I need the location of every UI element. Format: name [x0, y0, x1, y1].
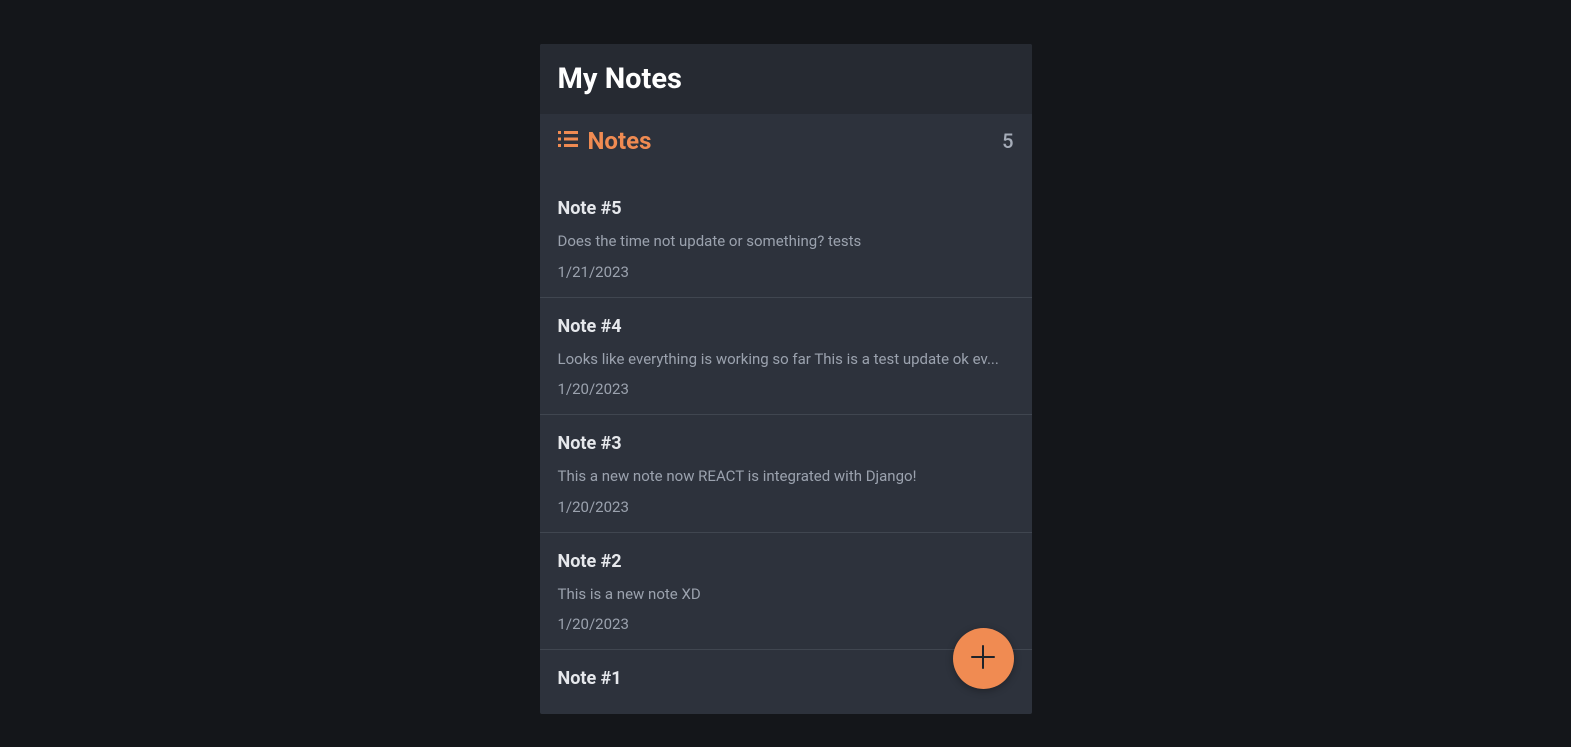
note-item[interactable]: Note #2 This is a new note XD 1/20/2023 [540, 533, 1032, 651]
note-date: 1/20/2023 [558, 380, 1014, 398]
subheader-left: Notes [558, 127, 652, 155]
note-item[interactable]: Note #3 This a new note now REACT is int… [540, 415, 1032, 533]
note-preview: Looks like everything is working so far … [558, 347, 1014, 373]
list-icon [558, 130, 578, 152]
notes-list[interactable]: Note #5 Does the time not update or some… [540, 168, 1032, 714]
note-item[interactable]: Note #4 Looks like everything is working… [540, 298, 1032, 416]
note-title: Note #2 [558, 551, 1014, 572]
subheader-title: Notes [588, 127, 652, 155]
note-title: Note #1 [558, 668, 1014, 689]
note-preview: This is a new note XD [558, 582, 1014, 608]
note-date: 1/20/2023 [558, 498, 1014, 516]
note-date: 1/20/2023 [558, 615, 1014, 633]
app-header: My Notes [540, 44, 1032, 114]
note-title: Note #3 [558, 433, 1014, 454]
note-preview: Does the time not update or something? t… [558, 229, 1014, 255]
note-title: Note #5 [558, 198, 1014, 219]
add-note-button[interactable] [953, 628, 1014, 689]
notes-count: 5 [1002, 129, 1013, 153]
note-preview: This a new note now REACT is integrated … [558, 464, 1014, 490]
page-title: My Notes [558, 62, 1014, 96]
note-title: Note #4 [558, 316, 1014, 337]
plus-icon [969, 643, 997, 674]
notes-subheader: Notes 5 [540, 114, 1032, 168]
note-date: 1/21/2023 [558, 263, 1014, 281]
note-item[interactable]: Note #5 Does the time not update or some… [540, 168, 1032, 298]
notes-app-panel: My Notes Notes 5 Note #5 Does the time n… [540, 44, 1032, 714]
